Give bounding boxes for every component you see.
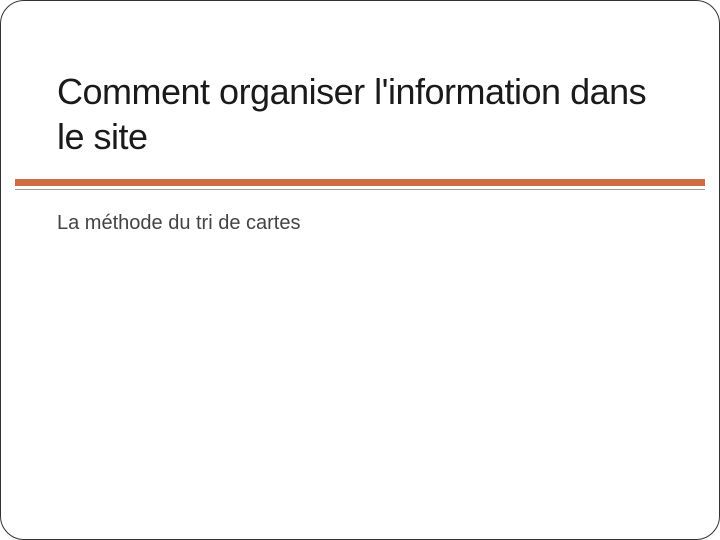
slide: Comment organiser l'information dans le … [0, 0, 720, 540]
divider [15, 179, 705, 190]
slide-subtitle: La méthode du tri de cartes [1, 190, 719, 235]
divider-thick [15, 179, 705, 186]
slide-title: Comment organiser l'information dans le … [1, 1, 719, 171]
